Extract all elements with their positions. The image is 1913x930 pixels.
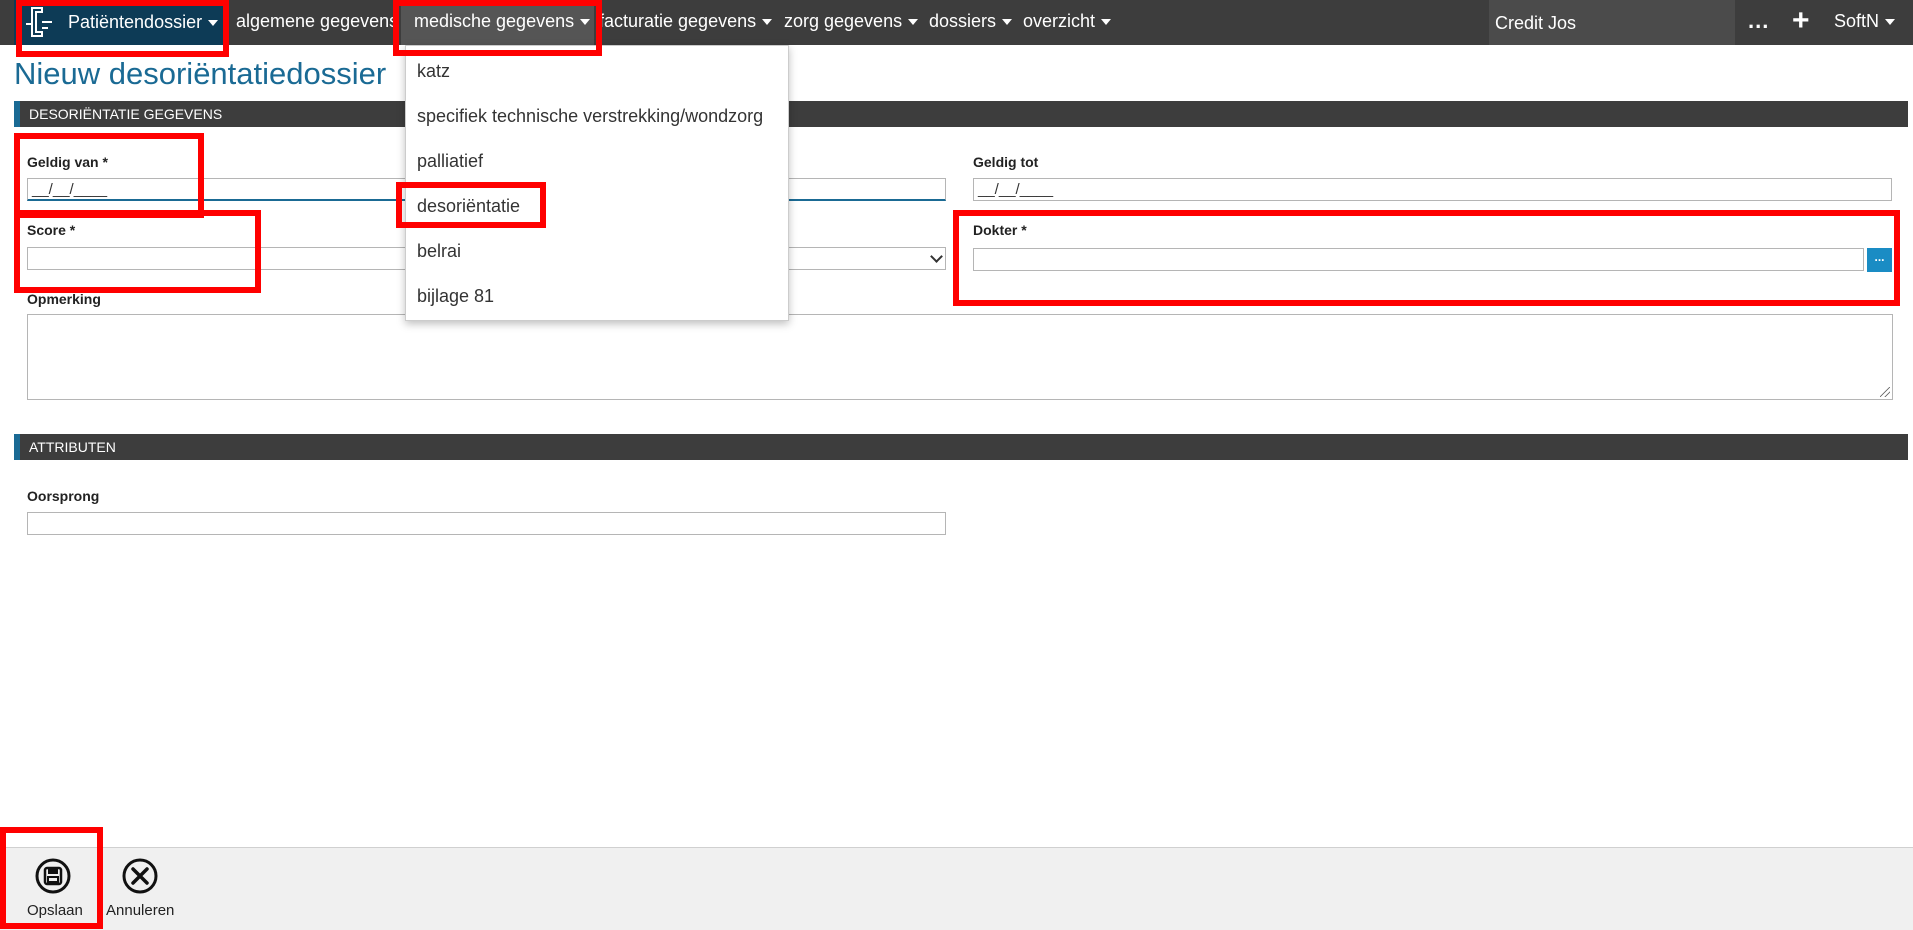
account-menu[interactable]: SoftN: [1834, 11, 1896, 32]
opmerking-textarea[interactable]: [27, 314, 1893, 400]
brand-menu[interactable]: Patiëntendossier: [14, 0, 226, 45]
chevron-down-icon: [930, 250, 943, 263]
medische-gegevens-dropdown: katz specifiek technische verstrekking/w…: [405, 45, 789, 321]
nav-algemene-gegevens[interactable]: algemene gegevens: [236, 11, 398, 32]
menu-item-palliatief[interactable]: palliatief: [417, 151, 483, 172]
user-name: Credit Jos: [1495, 13, 1577, 33]
save-icon: [35, 858, 71, 894]
menu-item-bijlage-81[interactable]: bijlage 81: [417, 286, 494, 307]
oorsprong-label: Oorsprong: [27, 488, 100, 504]
geldig-tot-label: Geldig tot: [973, 154, 1039, 170]
chevron-down-icon: [762, 19, 773, 26]
page-title: Nieuw desoriëntatiedossier: [14, 56, 387, 91]
chevron-down-icon: [1101, 19, 1112, 26]
dokter-lookup-button[interactable]: ...: [1867, 248, 1892, 272]
oorsprong-input[interactable]: [27, 512, 946, 535]
geldig-tot-input[interactable]: __/__/____: [973, 178, 1892, 201]
chevron-down-icon: [1002, 19, 1013, 26]
chevron-down-icon: [908, 19, 919, 26]
app-logo-icon: [26, 7, 52, 37]
save-label: Opslaan: [27, 902, 83, 919]
menu-item-belrai[interactable]: belrai: [417, 241, 461, 262]
bottom-toolbar: Opslaan Annuleren: [0, 847, 1913, 930]
geldig-van-label: Geldig van *: [27, 154, 108, 170]
cancel-label: Annuleren: [106, 902, 175, 919]
menu-item-technische-verstrekking[interactable]: specifiek technische verstrekking/wondzo…: [417, 106, 763, 127]
menu-item-katz[interactable]: katz: [417, 61, 450, 82]
nav-medische-gegevens[interactable]: medische gegevens: [414, 11, 591, 32]
score-label: Score *: [27, 222, 76, 238]
highlight-geldig-van: [14, 133, 204, 218]
dokter-label: Dokter *: [973, 222, 1027, 238]
add-icon[interactable]: +: [1792, 4, 1810, 38]
menu-item-desorientatie[interactable]: desoriëntatie: [417, 196, 520, 217]
nav-dossiers[interactable]: dossiers: [929, 11, 1013, 32]
chevron-down-icon: [1885, 19, 1896, 26]
user-name-box[interactable]: Credit Jos: [1489, 0, 1735, 45]
nav-overzicht[interactable]: overzicht: [1023, 11, 1112, 32]
more-button[interactable]: ...: [1748, 8, 1769, 34]
nav-facturatie-gegevens[interactable]: facturatie gegevens: [599, 11, 773, 32]
close-icon: [122, 858, 158, 894]
resize-handle-icon[interactable]: [1880, 387, 1890, 397]
section-header-desorientatie: DESORIËNTATIE GEGEVENS: [14, 101, 1908, 127]
top-navbar: Patiëntendossier algemene gegevens medis…: [0, 0, 1913, 45]
section-header-attributen: ATTRIBUTEN: [14, 434, 1908, 460]
opmerking-label: Opmerking: [27, 291, 101, 307]
nav-zorg-gegevens[interactable]: zorg gegevens: [784, 11, 919, 32]
brand-label: Patiëntendossier: [68, 12, 219, 33]
chevron-down-icon: [580, 19, 591, 26]
chevron-down-icon: [208, 20, 219, 27]
dokter-input[interactable]: [973, 248, 1864, 271]
cancel-button[interactable]: Annuleren: [104, 848, 176, 930]
save-button[interactable]: Opslaan: [18, 848, 88, 930]
